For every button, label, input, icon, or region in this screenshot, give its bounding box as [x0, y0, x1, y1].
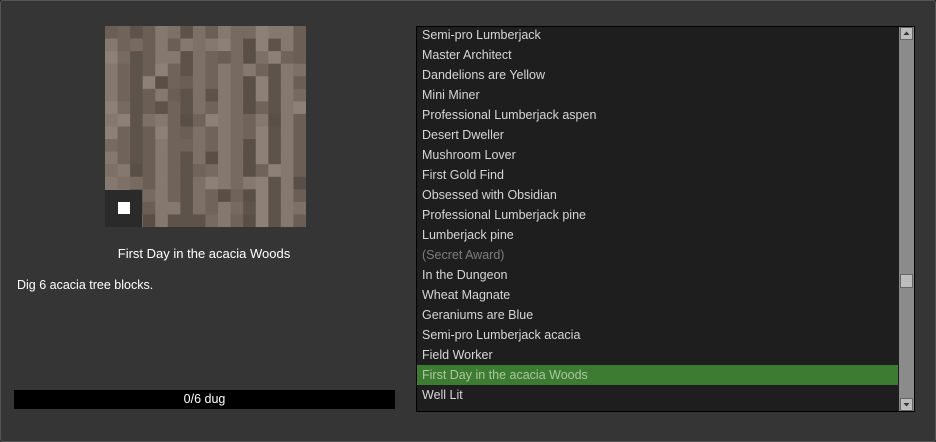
list-item[interactable]: Desert Dweller — [417, 125, 898, 145]
list-item[interactable]: Professional Lumberjack pine — [417, 205, 898, 225]
list-item[interactable]: Mushroom Lover — [417, 145, 898, 165]
locked-square-icon — [118, 202, 130, 214]
scroll-down-button[interactable] — [900, 398, 913, 411]
arrow-down-icon — [903, 403, 910, 407]
list-item[interactable]: First Gold Find — [417, 165, 898, 185]
list-item-selected[interactable]: First Day in the acacia Woods — [417, 365, 898, 385]
progress-label: 0/6 dug — [183, 392, 226, 406]
list-item[interactable]: Dandelions are Yellow — [417, 65, 898, 85]
list-item[interactable]: Semi-pro Lumberjack — [417, 27, 898, 45]
list-item[interactable]: Semi-pro Lumberjack acacia — [417, 325, 898, 345]
locked-indicator — [105, 190, 142, 227]
list-item[interactable]: In the Dungeon — [417, 265, 898, 285]
list-item[interactable]: (Secret Award) — [417, 245, 898, 265]
list-item[interactable]: Lumberjack pine — [417, 225, 898, 245]
scroll-up-button[interactable] — [900, 27, 913, 40]
list-item[interactable]: Field Worker — [417, 345, 898, 365]
list-item[interactable]: Professional Lumberjack aspen — [417, 105, 898, 125]
list-scrollbar[interactable] — [899, 27, 914, 411]
list-item[interactable]: Obsessed with Obsidian — [417, 185, 898, 205]
list-item[interactable]: Wheat Magnate — [417, 285, 898, 305]
achievement-list-items[interactable]: Semi-pro Lumberjack Master Architect Dande… — [417, 27, 898, 405]
achievements-panel: First Day in the acacia Woods Dig 6 acac… — [0, 0, 936, 442]
achievement-list[interactable]: Semi-pro Lumberjack Master Architect Dande… — [416, 26, 915, 412]
arrow-up-icon — [903, 31, 910, 35]
list-item[interactable]: Geraniums are Blue — [417, 305, 898, 325]
achievement-description: Dig 6 acacia tree blocks. — [17, 278, 154, 292]
progress-bar: 0/6 dug — [14, 390, 395, 409]
achievement-title: First Day in the acacia Woods — [117, 246, 291, 261]
list-item[interactable]: Well Lit — [417, 385, 898, 405]
list-item[interactable]: Mini Miner — [417, 85, 898, 105]
list-item[interactable]: Master Architect — [417, 45, 898, 65]
scroll-thumb[interactable] — [900, 273, 913, 288]
